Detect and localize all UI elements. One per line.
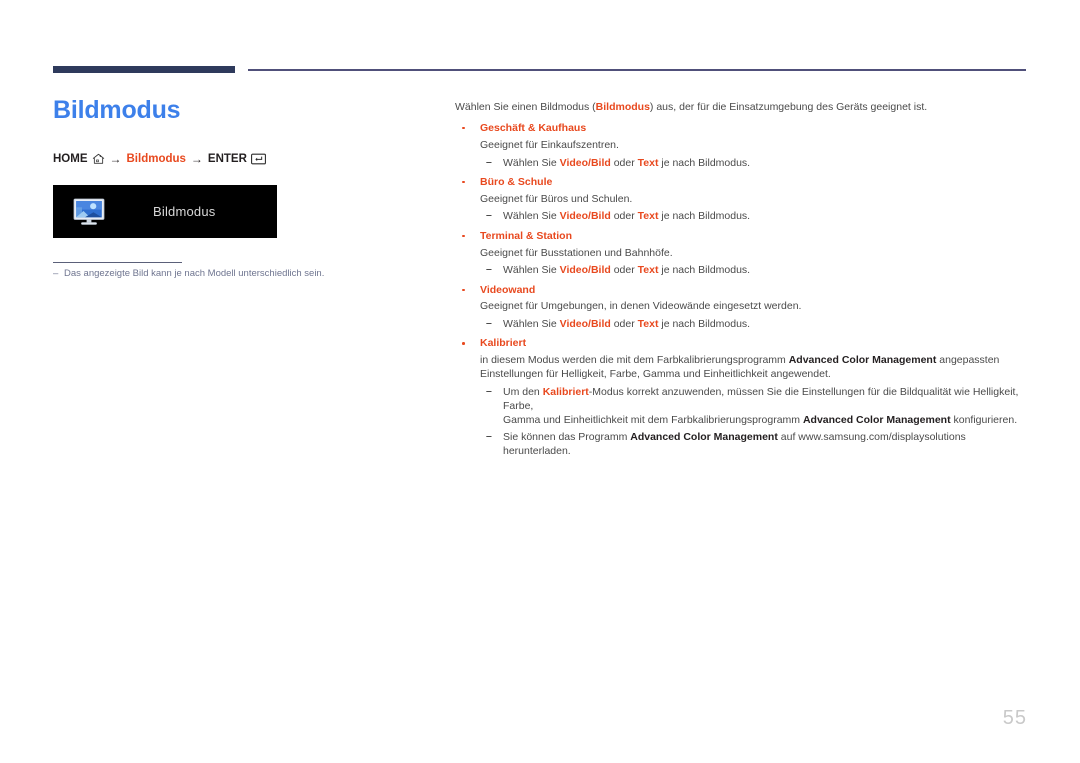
bullet-dot-icon: [462, 288, 465, 292]
bullet-dot-icon: [462, 234, 465, 238]
subnote-pre: Wählen Sie: [503, 210, 560, 223]
subnote-dash: –: [486, 385, 492, 397]
subnote-mid: oder: [610, 264, 638, 277]
menu-path-breadcrumb: HOME → Bildmodus → ENTER: [53, 152, 266, 166]
subnote-option-1: Video/Bild: [559, 210, 611, 223]
intro-part-2: ) aus, der für die Einsatzumgebung des G…: [649, 101, 928, 113]
breadcrumb-arrow-1: →: [109, 152, 122, 166]
page-number: 55: [1002, 707, 1027, 729]
subnote-post: je nach Bildmodus.: [658, 156, 751, 169]
note-divider: [53, 262, 182, 263]
bullet-dot-icon: [462, 342, 465, 345]
subnote-pre: Sie können das Programm: [503, 430, 631, 443]
subnote-dash: –: [486, 317, 492, 330]
intro-part-1: Wählen Sie einen Bildmodus (: [455, 101, 596, 113]
subnote-accent: Kalibriert: [542, 386, 589, 398]
subnote-option-1: Video/Bild: [559, 264, 611, 277]
calibrated-subnote-2: – Sie können das Programm Advanced Color …: [455, 430, 1030, 458]
subnote-pre: Wählen Sie: [503, 318, 560, 331]
calibrated-desc-post: angepassten: [936, 354, 1000, 367]
list-item: Terminal & Station Geeignet für Busstati…: [455, 230, 1030, 278]
mode-title-text: Büro & Schule: [480, 175, 553, 188]
bullet-dot-icon: [462, 126, 465, 130]
list-item: Büro & Schule Geeignet für Büros und Sch…: [455, 176, 1030, 224]
subnote-line2-bold: Advanced Color Management: [802, 414, 951, 427]
mode-title: Büro & Schule: [455, 176, 1030, 190]
subnote-dash: –: [486, 263, 492, 276]
subnote-option-2: Text: [637, 318, 659, 331]
subnote-dash: –: [486, 429, 492, 442]
subnote-pre: Um den: [503, 386, 543, 398]
mode-title-text: Geschäft & Kaufhaus: [480, 121, 587, 134]
calibrated-subnote-1: – Um den Kalibriert-Modus korrekt anzuwen…: [455, 385, 1030, 428]
calibrated-desc-line2: Einstellungen für Helligkeit, Farbe, Gam…: [480, 368, 831, 381]
document-page: Bildmodus HOME → Bildmodus → ENTER Bildm…: [0, 0, 1080, 763]
mode-description: Geeignet für Einkaufszentren.: [480, 138, 619, 151]
bullet-dot-icon: [462, 180, 465, 184]
breadcrumb-item-bildmodus: Bildmodus: [126, 153, 186, 165]
subnote-post: je nach Bildmodus.: [658, 264, 751, 277]
note-dash: –: [53, 268, 59, 279]
list-item-calibrated: Kalibriert in diesem Modus werden die mi…: [455, 337, 1030, 457]
mode-description: Geeignet für Büros und Schulen.: [480, 192, 633, 205]
calibrated-desc-pre: in diesem Modus werden die mit dem Farbk…: [480, 354, 789, 367]
subnote-dash: –: [486, 155, 492, 168]
subnote-option-2: Text: [637, 156, 659, 169]
header-thin-rule: [248, 69, 1026, 71]
mode-title-text: Terminal & Station: [480, 229, 572, 242]
subnote-pre: Wählen Sie: [503, 264, 560, 277]
mode-title-text: Videowand: [480, 283, 536, 296]
content-column: Wählen Sie einen Bildmodus (Bildmodus) a…: [455, 101, 1030, 460]
subnote-post: je nach Bildmodus.: [658, 210, 751, 223]
mode-title: Videowand: [455, 284, 1030, 298]
mode-subnote: – Wählen Sie Video/Bild oder Text je nach…: [455, 156, 1030, 170]
calibrated-desc-bold: Advanced Color Management: [788, 354, 937, 367]
breadcrumb-arrow-2: →: [190, 152, 203, 166]
note-body: Das angezeigte Bild kann je nach Modell …: [64, 268, 325, 279]
intro-highlight: Bildmodus: [595, 101, 650, 113]
osd-preview-label: Bildmodus: [153, 204, 216, 219]
list-item: Videowand Geeignet für Umgebungen, in de…: [455, 284, 1030, 332]
mode-title: Geschäft & Kaufhaus: [455, 122, 1030, 136]
subnote-option-2: Text: [637, 210, 659, 223]
mode-description: Geeignet für Umgebungen, in denen Videow…: [480, 300, 802, 313]
picture-mode-monitor-icon: [73, 198, 105, 226]
subnote-mid: oder: [610, 210, 638, 223]
house-icon: [92, 153, 105, 165]
page-title: Bildmodus: [53, 96, 181, 124]
breadcrumb-home-label: HOME: [53, 153, 88, 165]
subnote-option-1: Video/Bild: [559, 156, 611, 169]
mode-subnote: – Wählen Sie Video/Bild oder Text je nach…: [455, 263, 1030, 277]
subnote-mid: oder: [610, 318, 638, 331]
subnote-line2-post: konfigurieren.: [950, 414, 1018, 427]
mode-subnote: – Wählen Sie Video/Bild oder Text je nach…: [455, 317, 1030, 331]
mode-description: in diesem Modus werden die mit dem Farbk…: [455, 354, 1030, 382]
mode-description: Geeignet für Busstationen und Bahnhöfe.: [480, 246, 673, 259]
breadcrumb-enter-label: ENTER: [207, 153, 247, 165]
osd-preview-box: Bildmodus: [53, 185, 277, 238]
list-item: Geschäft & Kaufhaus Geeignet für Einkauf…: [455, 122, 1030, 170]
subnote-option-2: Text: [637, 264, 659, 277]
subnote-pre: Wählen Sie: [503, 156, 560, 169]
header-accent-rule: [53, 66, 235, 73]
note-text: – Das angezeigte Bild kann je nach Modell…: [53, 268, 324, 279]
subnote-post: je nach Bildmodus.: [658, 318, 751, 331]
mode-title: Terminal & Station: [455, 230, 1030, 244]
subnote-mid: oder: [610, 156, 638, 169]
mode-subnote: – Wählen Sie Video/Bild oder Text je nach…: [455, 209, 1030, 223]
intro-paragraph: Wählen Sie einen Bildmodus (Bildmodus) a…: [455, 101, 1030, 115]
subnote-dash: –: [486, 209, 492, 222]
mode-title-text: Kalibriert: [480, 337, 527, 350]
mode-title: Kalibriert: [455, 337, 1030, 351]
subnote-bold: Advanced Color Management: [630, 430, 778, 443]
subnote-line2-pre: Gamma und Einheitlichkeit mit dem Farbka…: [503, 414, 803, 427]
subnote-option-1: Video/Bild: [559, 318, 611, 331]
enter-key-icon: [250, 153, 266, 165]
